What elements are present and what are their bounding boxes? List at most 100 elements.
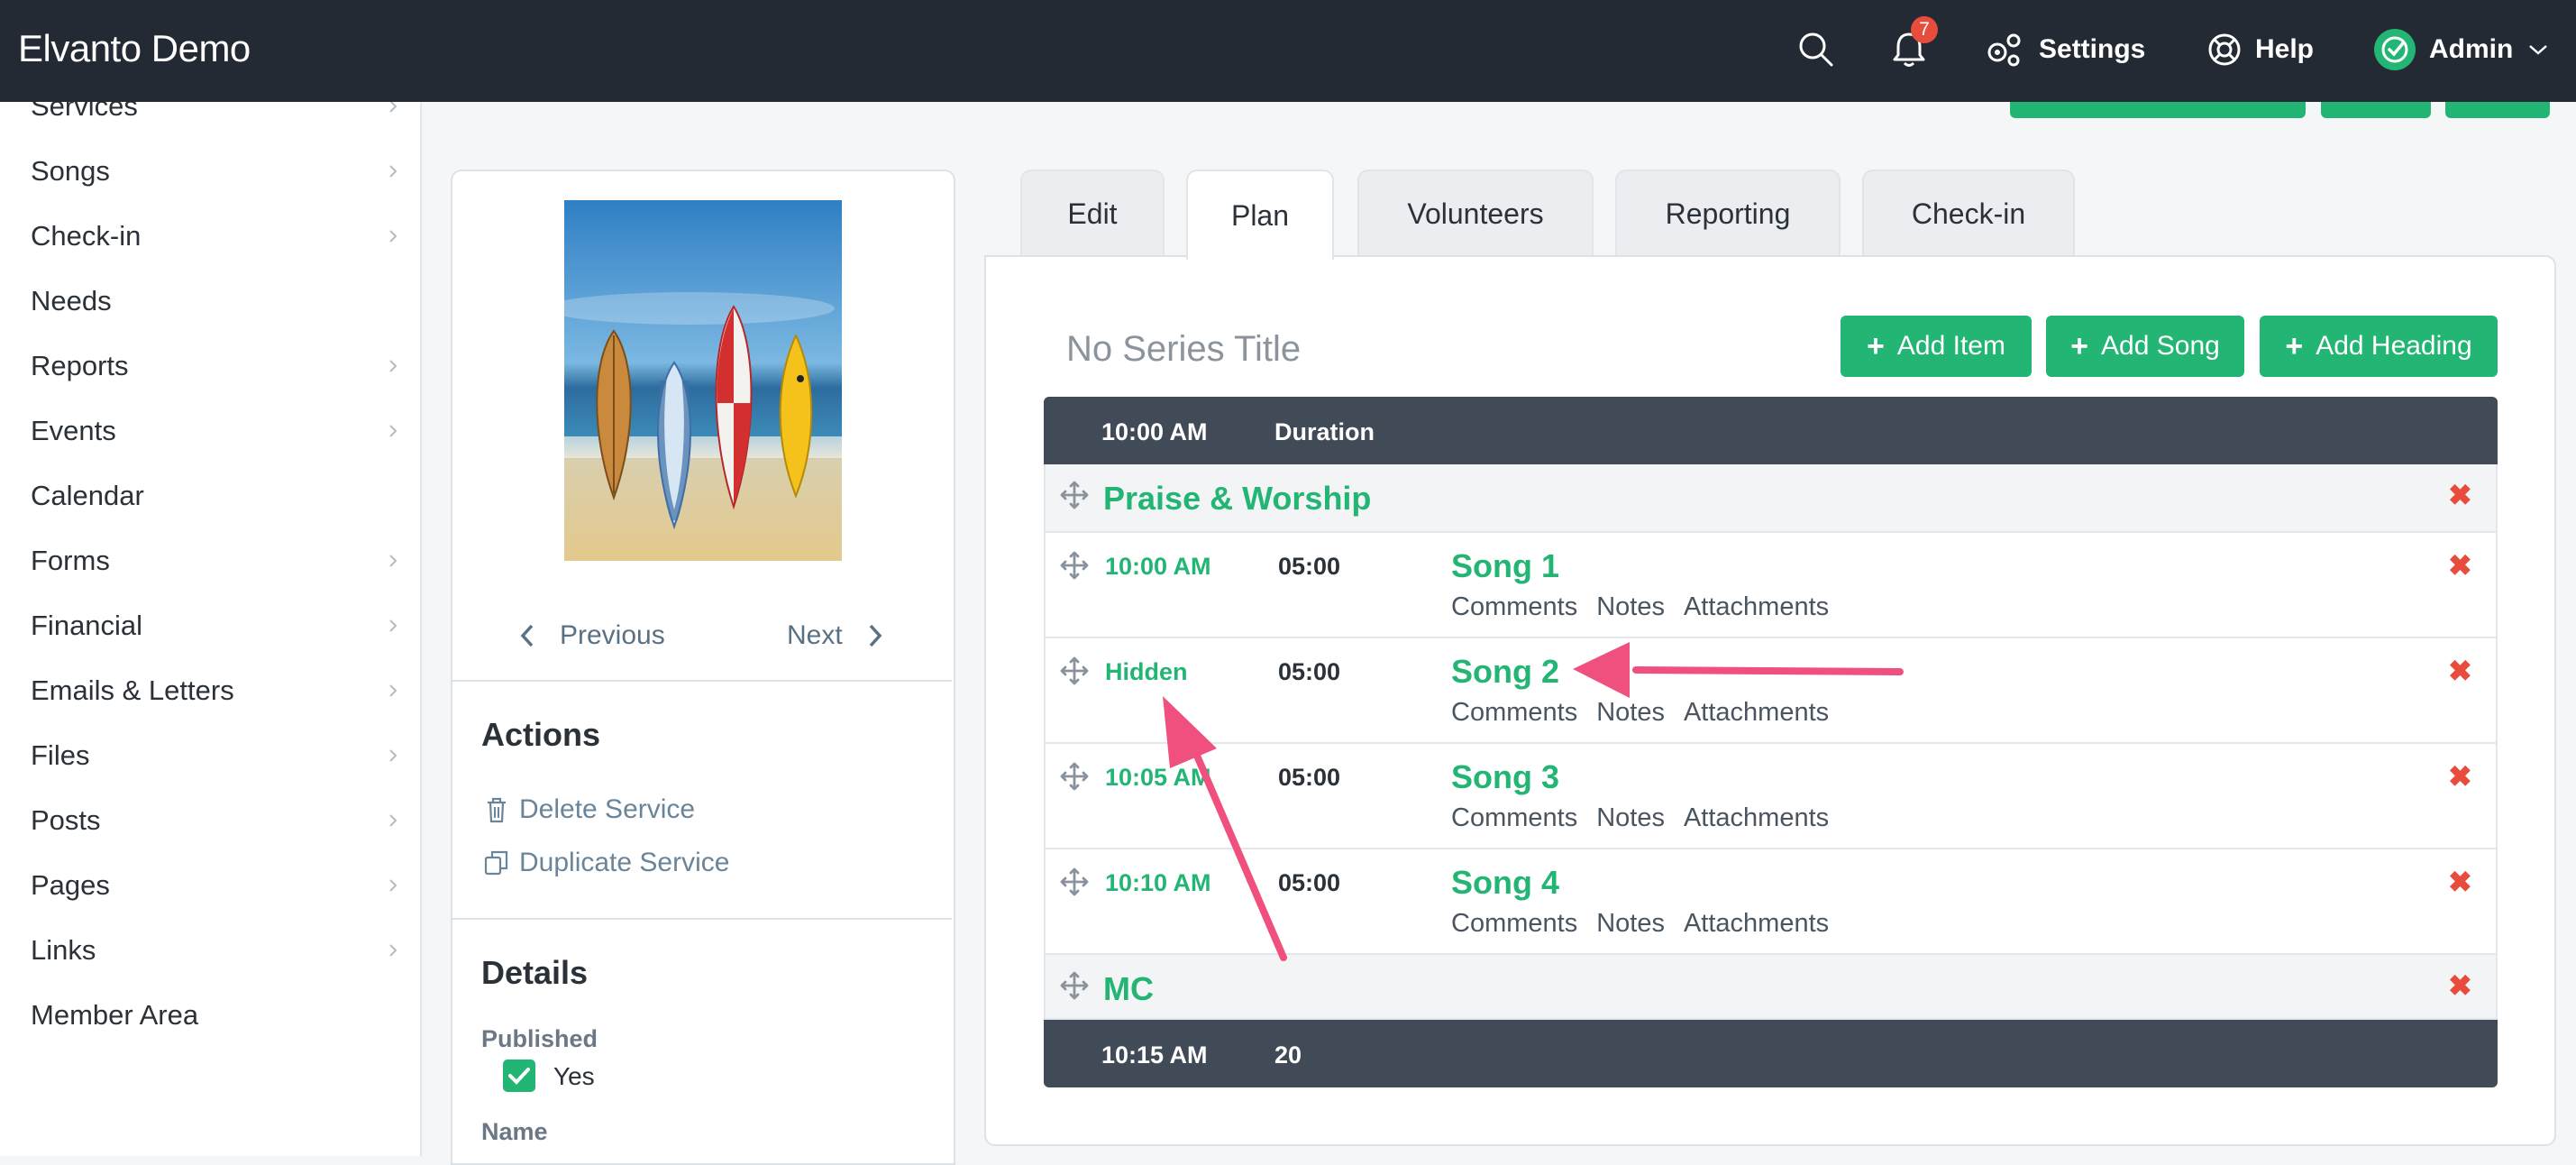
delete-service-link[interactable]: Delete Service	[483, 790, 695, 830]
notes-link[interactable]: Notes	[1596, 698, 1665, 728]
tab-reporting[interactable]: Reporting	[1615, 170, 1841, 256]
drag-handle-icon[interactable]	[1060, 867, 1089, 896]
series-title[interactable]: No Series Title	[1066, 329, 1301, 370]
item-duration[interactable]: 05:00	[1278, 764, 1340, 792]
sidebar-item-label: Services	[31, 102, 138, 122]
duplicate-service-link[interactable]: Duplicate Service	[483, 843, 729, 883]
sidebar-item-label: Check-in	[31, 220, 142, 252]
close-icon[interactable]: ✖	[2448, 478, 2472, 512]
sidebar-item-posts[interactable]: Posts	[31, 793, 400, 848]
close-icon[interactable]: ✖	[2448, 968, 2472, 1003]
checkmark-icon	[508, 1068, 530, 1085]
sidebar-item-reports[interactable]: Reports	[31, 339, 400, 393]
comments-link[interactable]: Comments	[1451, 592, 1577, 622]
add-heading-label: Add Heading	[2316, 331, 2472, 361]
sidebar-item-forms[interactable]: Forms	[31, 534, 400, 588]
close-icon[interactable]: ✖	[2448, 548, 2472, 582]
plan-heading-row[interactable]: MC ✖	[1044, 955, 2498, 1020]
item-time[interactable]: 10:00 AM	[1105, 553, 1211, 581]
close-icon[interactable]: ✖	[2448, 654, 2472, 688]
tab-volunteers[interactable]: Volunteers	[1357, 170, 1594, 256]
add-item-label: Add Item	[1896, 331, 2005, 361]
drag-handle-icon[interactable]	[1060, 481, 1089, 509]
add-item-button[interactable]: + Add Item	[1841, 316, 2032, 377]
notes-link[interactable]: Notes	[1596, 909, 1665, 939]
sidebar-item-calendar[interactable]: Calendar	[31, 469, 400, 523]
search-icon[interactable]	[1794, 27, 1839, 72]
chevron-right-icon	[389, 555, 397, 567]
plan-heading-title[interactable]: Praise & Worship	[1103, 480, 1371, 518]
item-title[interactable]: Song 2	[1451, 653, 1559, 691]
tab-edit[interactable]: Edit	[1020, 170, 1165, 256]
close-icon[interactable]: ✖	[2448, 865, 2472, 899]
item-duration[interactable]: 05:00	[1278, 869, 1340, 897]
chevron-right-icon	[389, 749, 397, 762]
sidebar-item-needs[interactable]: Needs	[31, 274, 400, 328]
item-title[interactable]: Song 4	[1451, 864, 1559, 902]
drag-handle-icon[interactable]	[1060, 971, 1089, 1000]
drag-handle-icon[interactable]	[1060, 656, 1089, 685]
sidebar-item-links[interactable]: Links	[31, 923, 400, 977]
close-icon[interactable]: ✖	[2448, 759, 2472, 793]
admin-user-menu[interactable]: Admin	[2373, 27, 2549, 72]
plan-heading-title[interactable]: MC	[1103, 970, 1154, 1008]
duplicate-service-label: Duplicate Service	[519, 848, 730, 877]
plan-item-row[interactable]: 10:00 AM 05:00 Song 1 Comments Notes Attachme…	[1044, 533, 2498, 638]
settings-menu[interactable]: Settings	[1983, 27, 2145, 72]
top-navigation-bar: Elvanto Demo 7 Settings Help Admin	[0, 0, 2576, 102]
plan-item-row[interactable]: 10:05 AM 05:00 Song 3 Comments Notes Attachme…	[1044, 744, 2498, 849]
sidebar-item-label: Member Area	[31, 999, 199, 1031]
notes-link[interactable]: Notes	[1596, 803, 1665, 833]
published-checkbox[interactable]	[503, 1060, 535, 1092]
sidebar-item-pages[interactable]: Pages	[31, 858, 400, 913]
add-heading-button[interactable]: + Add Heading	[2260, 316, 2498, 377]
plan-table-footer: 10:15 AM 20	[1044, 1020, 2498, 1087]
app-title[interactable]: Elvanto Demo	[18, 27, 251, 70]
item-time[interactable]: Hidden	[1105, 658, 1188, 686]
secondary-action-button[interactable]	[2321, 102, 2431, 118]
drag-handle-icon[interactable]	[1060, 551, 1089, 580]
notes-link[interactable]: Notes	[1596, 592, 1665, 622]
sidebar-item-financial[interactable]: Financial	[31, 599, 400, 653]
attachments-link[interactable]: Attachments	[1684, 698, 1829, 728]
help-menu[interactable]: Help	[2206, 27, 2314, 72]
plan-heading-row[interactable]: Praise & Worship ✖	[1044, 464, 2498, 533]
trash-icon	[488, 797, 506, 823]
tab-check-in[interactable]: Check-in	[1862, 170, 2075, 256]
help-label: Help	[2255, 34, 2315, 64]
attachments-link[interactable]: Attachments	[1684, 803, 1829, 833]
sidebar-item-services[interactable]: Services	[31, 102, 400, 133]
sidebar-item-emails-letters[interactable]: Emails & Letters	[31, 664, 400, 718]
start-time[interactable]: 10:00 AM	[1101, 418, 1208, 446]
plan-item-row[interactable]: 10:10 AM 05:00 Song 4 Comments Notes Attachme…	[1044, 849, 2498, 955]
add-song-button[interactable]: + Add Song	[2046, 316, 2244, 377]
item-duration[interactable]: 05:00	[1278, 553, 1340, 581]
sidebar-item-songs[interactable]: Songs	[31, 144, 400, 198]
attachments-link[interactable]: Attachments	[1684, 909, 1829, 939]
plan-item-row[interactable]: Hidden 05:00 Song 2 Comments Notes Attachment…	[1044, 638, 2498, 744]
drag-handle-icon[interactable]	[1060, 762, 1089, 791]
service-image	[564, 200, 842, 561]
sidebar-item-files[interactable]: Files	[31, 729, 400, 783]
item-title[interactable]: Song 3	[1451, 758, 1559, 796]
plus-icon: +	[2285, 328, 2304, 363]
primary-action-button[interactable]	[2010, 102, 2306, 118]
item-duration[interactable]: 05:00	[1278, 658, 1340, 686]
item-title[interactable]: Song 1	[1451, 547, 1559, 585]
sidebar-item-label: Needs	[31, 285, 112, 316]
comments-link[interactable]: Comments	[1451, 803, 1577, 833]
sidebar-item-check-in[interactable]: Check-in	[31, 209, 400, 263]
sidebar-item-member-area[interactable]: Member Area	[31, 988, 400, 1042]
chevron-down-icon	[2529, 45, 2548, 55]
tertiary-action-button[interactable]	[2445, 102, 2550, 118]
sidebar-item-events[interactable]: Events	[31, 404, 400, 458]
duplicate-icon	[484, 850, 508, 876]
item-time[interactable]: 10:10 AM	[1105, 869, 1211, 897]
previous-service-link[interactable]: Previous	[518, 613, 665, 658]
item-time[interactable]: 10:05 AM	[1105, 764, 1211, 792]
comments-link[interactable]: Comments	[1451, 698, 1577, 728]
next-service-link[interactable]: Next	[787, 613, 884, 658]
comments-link[interactable]: Comments	[1451, 909, 1577, 939]
attachments-link[interactable]: Attachments	[1684, 592, 1829, 622]
tab-plan[interactable]: Plan	[1186, 170, 1334, 260]
